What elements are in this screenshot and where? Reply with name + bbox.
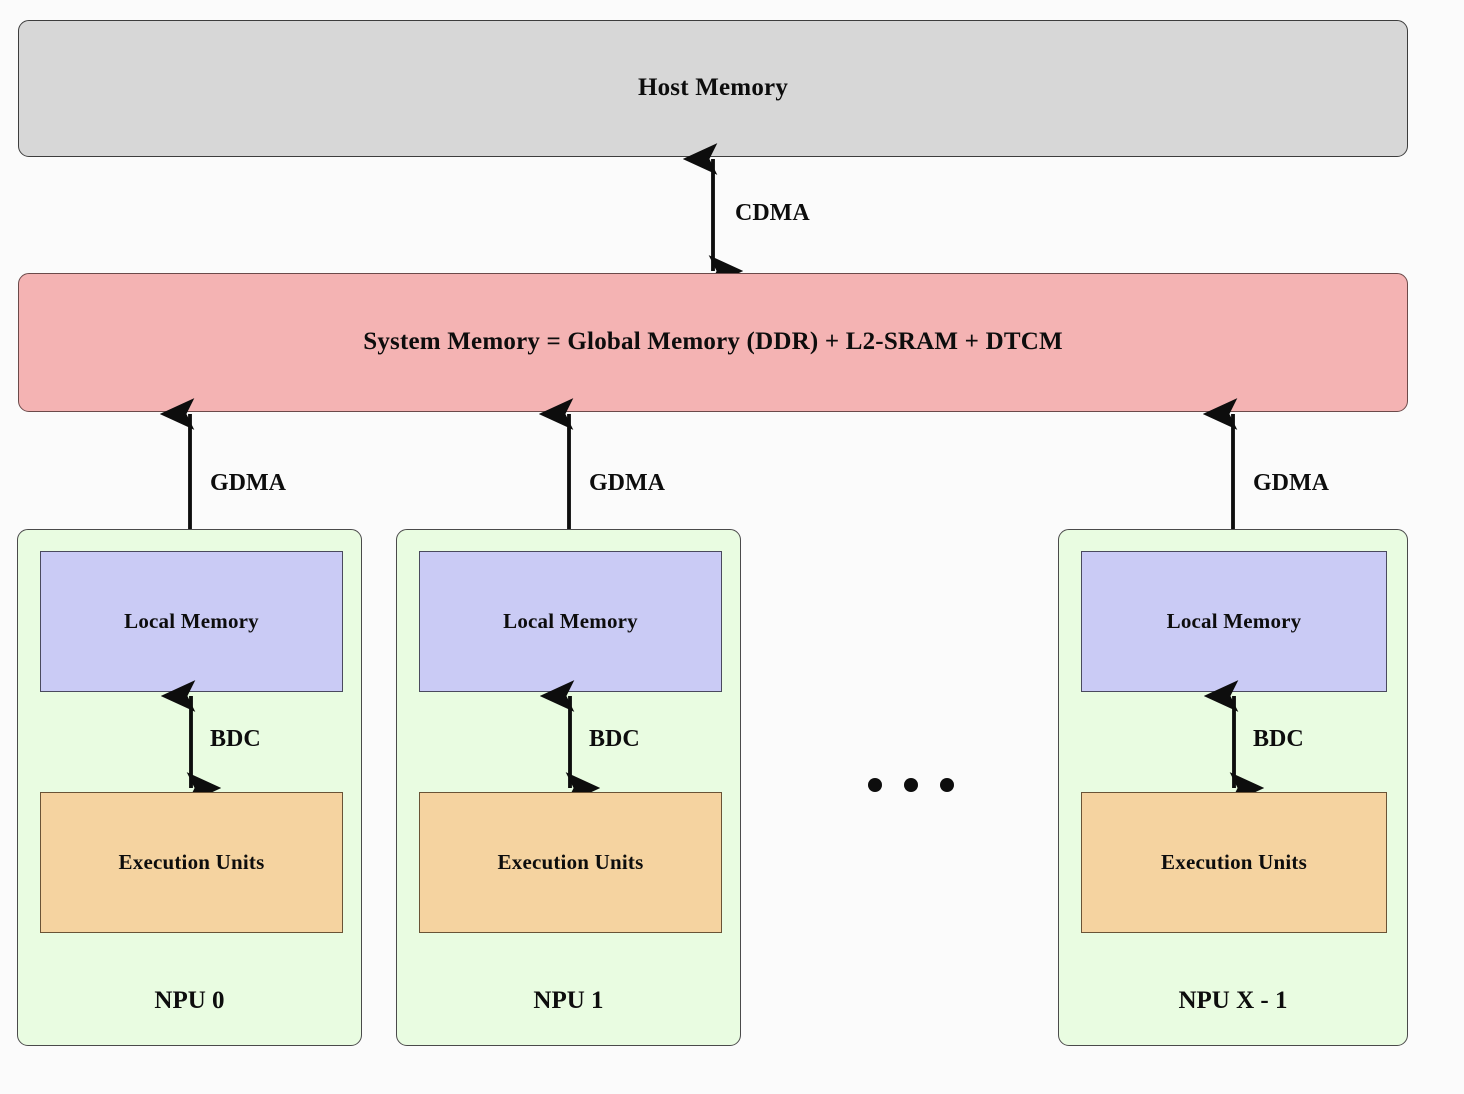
bdc-arrow-npu-1	[539, 680, 601, 804]
system-memory-box: System Memory = Global Memory (DDR) + L2…	[18, 273, 1408, 412]
execution-units-label-npu-0: Execution Units	[118, 850, 265, 875]
system-memory-label: System Memory = Global Memory (DDR) + L2…	[363, 328, 1063, 356]
local-memory-label-npu-x-1: Local Memory	[1166, 609, 1302, 634]
execution-units-box-npu-1: Execution Units	[419, 792, 722, 933]
host-memory-label: Host Memory	[637, 74, 789, 102]
npu-name-x-1: NPU X - 1	[1178, 987, 1288, 1014]
bdc-arrow-npu-0	[160, 680, 222, 804]
host-memory-box: Host Memory	[18, 20, 1408, 157]
bdc-arrow-npu-x-1	[1203, 680, 1265, 804]
ellipsis-indicator	[868, 778, 954, 792]
ellipsis-dot	[904, 778, 918, 792]
cdma-label: CDMA	[735, 200, 810, 226]
local-memory-box-npu-0: Local Memory	[40, 551, 343, 692]
bdc-label-npu-0: BDC	[210, 726, 261, 752]
ellipsis-dot	[940, 778, 954, 792]
local-memory-box-npu-x-1: Local Memory	[1081, 551, 1387, 692]
npu-card-x-1[interactable]: Local Memory BDC Execution Units NPU X -…	[1058, 529, 1408, 1046]
npu-name-0: NPU 0	[154, 987, 225, 1014]
gdma-label-npu-0: GDMA	[210, 470, 286, 496]
gdma-label-npu-x-1: GDMA	[1253, 470, 1329, 496]
npu-name-1: NPU 1	[533, 987, 604, 1014]
gdma-label-npu-1: GDMA	[589, 470, 665, 496]
ellipsis-dot	[868, 778, 882, 792]
diagram-canvas: Host Memory CDMA System Memory = Global …	[0, 0, 1464, 1094]
local-memory-label-npu-0: Local Memory	[124, 609, 259, 634]
bdc-label-npu-1: BDC	[589, 726, 640, 752]
bdc-label-npu-x-1: BDC	[1253, 726, 1304, 752]
cdma-arrow	[682, 143, 744, 287]
execution-units-box-npu-x-1: Execution Units	[1081, 792, 1387, 933]
npu-card-0[interactable]: Local Memory BDC Execution Units NPU 0	[17, 529, 362, 1046]
npu-card-1[interactable]: Local Memory BDC Execution Units NPU 1	[396, 529, 741, 1046]
local-memory-label-npu-1: Local Memory	[503, 609, 638, 634]
local-memory-box-npu-1: Local Memory	[419, 551, 722, 692]
execution-units-label-npu-1: Execution Units	[497, 850, 644, 875]
execution-units-label-npu-x-1: Execution Units	[1161, 850, 1307, 875]
execution-units-box-npu-0: Execution Units	[40, 792, 343, 933]
